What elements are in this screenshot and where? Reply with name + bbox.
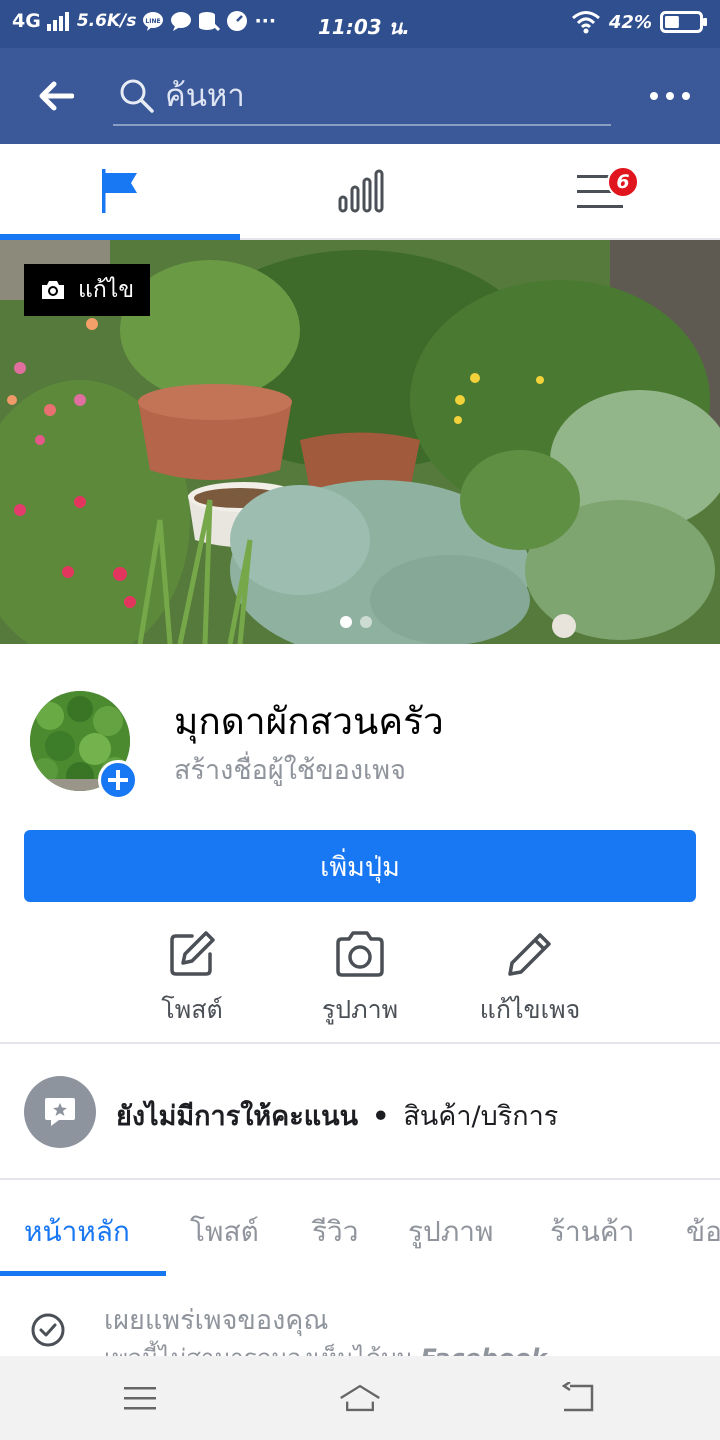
more-notifications-icon: ··· — [254, 10, 277, 32]
status-left: 4G 5.6K/s LINE ··· — [12, 10, 276, 32]
search-header — [0, 48, 720, 144]
tab-insights[interactable] — [240, 144, 480, 238]
divider — [0, 1042, 720, 1044]
tab-photos[interactable]: รูปภาพ — [408, 1210, 493, 1254]
cover-photo[interactable]: แก้ไข — [0, 240, 720, 644]
add-avatar-button[interactable] — [98, 760, 138, 800]
edit-cover-label: แก้ไข — [78, 277, 135, 303]
star-bubble-icon — [45, 1098, 75, 1126]
camera-icon — [42, 281, 64, 299]
publish-title: เผยแพร่เพจของคุณ — [104, 1305, 329, 1336]
camera-icon — [336, 931, 384, 977]
edit-page-action-label: แก้ไขเพจ — [479, 995, 581, 1024]
wifi-icon — [571, 10, 601, 34]
add-button[interactable]: เพิ่มปุ่ม — [24, 830, 696, 902]
post-action-label: โพสต์ — [161, 995, 223, 1024]
tab-page[interactable] — [0, 144, 240, 238]
back-system-icon — [561, 1382, 594, 1412]
chat-bubble-icon — [170, 11, 192, 31]
more-dot-icon — [666, 92, 674, 100]
speedometer-icon — [226, 10, 248, 32]
review-icon — [24, 1076, 96, 1148]
bar-chart-icon — [338, 169, 384, 213]
pagination-dot — [340, 616, 352, 628]
status-bar: 4G 5.6K/s LINE ··· 11:03 น. 42% — [0, 0, 720, 48]
flag-icon — [102, 169, 137, 213]
rating-row[interactable]: ยังไม่มีการให้คะแนน • สินค้า/บริการ — [0, 1046, 720, 1178]
publish-subtitle: เพจนี้ไม่สามารถมองเห็นได้บน Facebook — [104, 1338, 547, 1356]
clock: 11:03 น. — [318, 15, 410, 39]
tab-shop[interactable]: ร้านค้า — [550, 1210, 634, 1254]
signal-icon — [46, 11, 71, 31]
pencil-icon — [508, 933, 551, 976]
page-category: สินค้า/บริการ — [403, 1101, 559, 1132]
plus-icon — [108, 770, 128, 790]
publish-subtitle-text: เพจนี้ไม่สามารถมองเห็นได้บน — [104, 1344, 413, 1356]
battery-icon — [660, 10, 708, 34]
rating-text: ยังไม่มีการให้คะแนน • สินค้า/บริการ — [116, 1094, 558, 1137]
search-input[interactable] — [165, 72, 595, 120]
system-nav-bar — [0, 1356, 720, 1440]
more-dot-icon — [650, 92, 658, 100]
top-nav: 6 — [0, 144, 720, 240]
compose-icon — [170, 931, 215, 976]
network-type: 4G — [12, 10, 41, 32]
back-system-button[interactable] — [556, 1376, 600, 1420]
battery-percent: 42% — [608, 11, 652, 33]
back-arrow-icon — [39, 81, 74, 111]
tab-home[interactable]: หน้าหลัก — [24, 1210, 130, 1254]
tab-posts[interactable]: โพสต์ — [190, 1210, 259, 1254]
search-icon — [120, 79, 154, 113]
publish-page-item[interactable]: เผยแพร่เพจของคุณ เพจนี้ไม่สามารถมองเห็นไ… — [0, 1290, 720, 1356]
edit-page-action[interactable]: แก้ไขเพจ — [440, 924, 620, 1034]
pagination-dot — [360, 616, 372, 628]
rating-separator: • — [372, 1101, 390, 1132]
storage-icon — [198, 11, 221, 31]
create-username-link[interactable]: สร้างชื่อผู้ใช้ของเพจ — [174, 748, 406, 791]
home-button[interactable] — [338, 1376, 382, 1420]
recent-apps-button[interactable] — [118, 1376, 162, 1420]
home-icon — [340, 1384, 380, 1412]
check-circle-icon — [31, 1313, 65, 1347]
page-name: มุกดาผักสวนครัว — [174, 700, 444, 743]
photo-action-label: รูปภาพ — [321, 995, 399, 1024]
tab-reviews[interactable]: รีวิว — [312, 1210, 358, 1254]
page-actions: โพสต์ รูปภาพ แก้ไขเพจ — [0, 924, 720, 1042]
svg-text:LINE: LINE — [146, 18, 161, 25]
status-right: 42% — [571, 10, 708, 34]
brand-name: Facebook — [421, 1344, 547, 1356]
post-action[interactable]: โพสต์ — [102, 924, 282, 1034]
edit-cover-button[interactable]: แก้ไข — [24, 264, 151, 316]
page-tabs: หน้าหลัก โพสต์ รีวิว รูปภาพ ร้านค้า ข้อ — [0, 1180, 720, 1276]
more-options-button[interactable] — [650, 82, 690, 110]
rating-status: ยังไม่มีการให้คะแนน — [116, 1101, 359, 1132]
search-box[interactable] — [113, 68, 611, 126]
network-speed: 5.6K/s — [76, 11, 137, 31]
cover-pagination — [340, 616, 372, 628]
line-app-icon: LINE — [142, 11, 164, 31]
recents-icon — [124, 1387, 156, 1410]
back-button[interactable] — [30, 72, 82, 120]
notification-badge: 6 — [607, 166, 639, 198]
tab-menu[interactable]: 6 — [480, 144, 720, 238]
active-tab-indicator — [0, 1271, 166, 1276]
more-dot-icon — [682, 92, 690, 100]
photo-action[interactable]: รูปภาพ — [270, 924, 450, 1034]
tab-about[interactable]: ข้อ — [686, 1210, 720, 1254]
